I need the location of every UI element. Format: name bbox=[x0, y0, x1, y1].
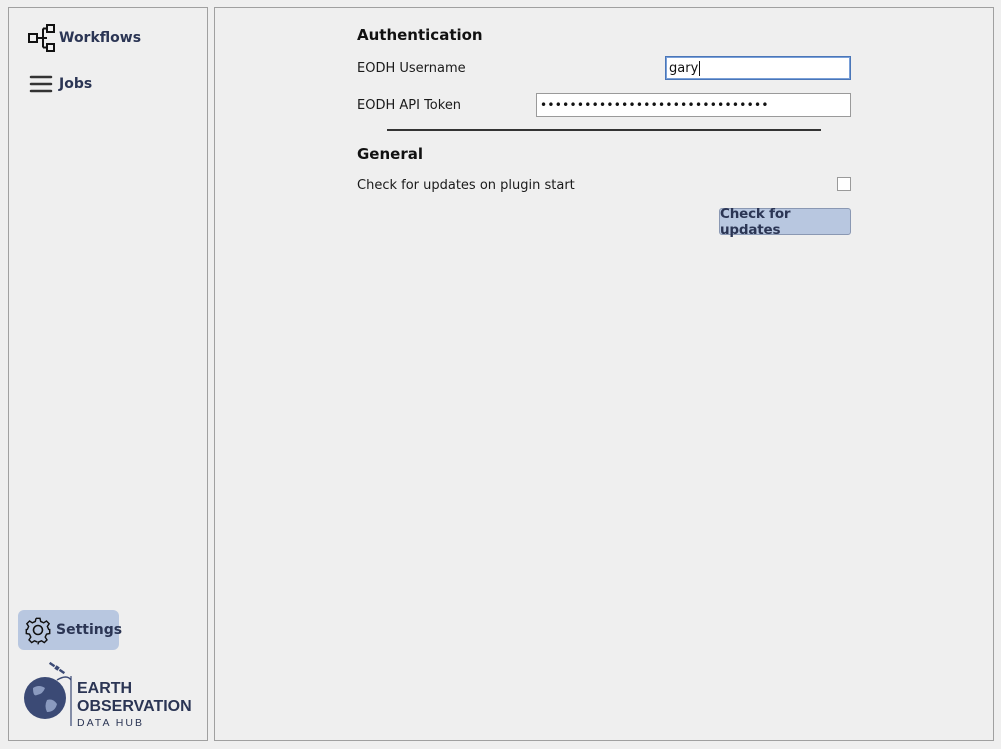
svg-text:OBSERVATION: OBSERVATION bbox=[77, 698, 192, 715]
sidebar-item-workflows[interactable]: Workflows bbox=[23, 21, 145, 55]
sidebar: Workflows Jobs Settings EARTH OBSERVATIO… bbox=[8, 7, 208, 741]
section-divider bbox=[387, 129, 821, 131]
gear-icon bbox=[22, 614, 54, 646]
api-token-label: EODH API Token bbox=[357, 98, 462, 113]
sidebar-item-label: Workflows bbox=[59, 30, 142, 46]
api-token-value: ••••••••••••••••••••••••••••••• bbox=[540, 98, 769, 112]
text-caret bbox=[699, 60, 701, 76]
check-updates-checkbox[interactable] bbox=[837, 177, 851, 191]
sidebar-item-settings[interactable]: Settings bbox=[18, 610, 123, 650]
authentication-heading: Authentication bbox=[357, 26, 483, 44]
settings-panel: Authentication EODH Username gary EODH A… bbox=[214, 7, 994, 741]
sidebar-item-label: Settings bbox=[56, 622, 123, 638]
general-heading: General bbox=[357, 145, 423, 163]
sidebar-item-label: Jobs bbox=[59, 76, 93, 92]
svg-text:EARTH: EARTH bbox=[77, 680, 132, 697]
api-token-field[interactable]: ••••••••••••••••••••••••••••••• bbox=[536, 93, 851, 117]
username-value: gary bbox=[669, 60, 699, 76]
sidebar-item-jobs[interactable]: Jobs bbox=[23, 67, 96, 101]
earth-observation-data-hub-logo: EARTH OBSERVATION DATA HUB bbox=[23, 660, 195, 730]
username-field[interactable]: gary bbox=[665, 56, 851, 80]
svg-text:DATA HUB: DATA HUB bbox=[77, 717, 144, 729]
workflow-icon bbox=[27, 23, 57, 53]
check-for-updates-button[interactable]: Check for updates bbox=[719, 206, 851, 238]
username-label: EODH Username bbox=[357, 61, 466, 76]
hamburger-menu-icon bbox=[27, 69, 57, 99]
check-updates-label: Check for updates on plugin start bbox=[357, 178, 575, 193]
